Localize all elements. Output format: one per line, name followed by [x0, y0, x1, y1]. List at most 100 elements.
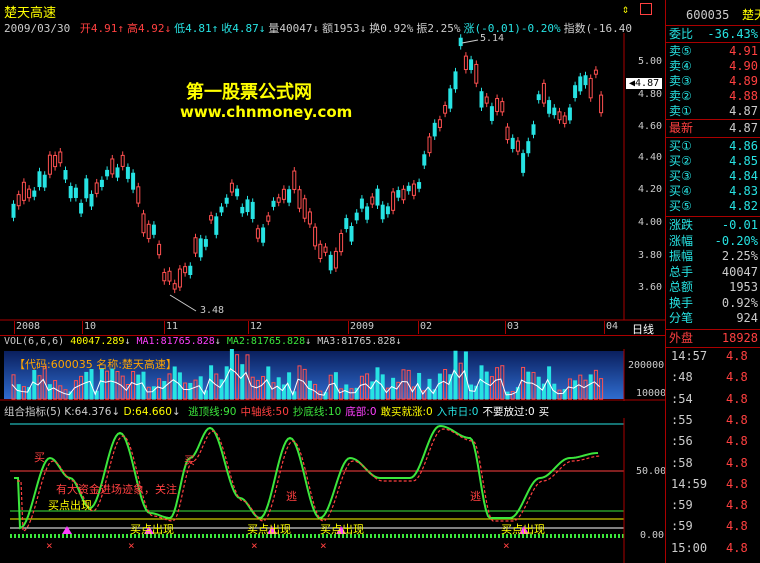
candle-body: [68, 186, 73, 199]
candle-body: [469, 59, 474, 70]
candle-body: [515, 140, 520, 152]
candle-body: [557, 111, 562, 121]
candle-body: [318, 243, 323, 259]
candle-body: [281, 188, 286, 200]
volume-bar: [16, 384, 21, 400]
stat-row: 涨幅 -0.20%: [666, 234, 760, 249]
candle-body: [255, 228, 260, 239]
tick-time: 14:59: [671, 476, 708, 491]
tick-time: :59: [671, 498, 693, 513]
ask-row: 卖① 4.87: [666, 104, 760, 119]
tick-price: 4.8: [726, 476, 748, 491]
price-tick: 5.00: [638, 56, 663, 67]
candle-body: [495, 98, 500, 112]
candle-body: [500, 101, 505, 113]
candle-body: [177, 268, 182, 288]
bid-row-label: 买①: [669, 139, 692, 153]
candle-body: [42, 174, 47, 188]
tick-time: :55: [671, 412, 693, 427]
candle-body: [526, 141, 531, 154]
escape-label-2: 逃: [470, 490, 481, 503]
stock-short-name: 楚天: [742, 8, 760, 22]
candle-body: [344, 218, 349, 229]
date-tick: [604, 321, 605, 334]
stat-row-label: 分笔: [669, 311, 694, 325]
candle-body: [328, 254, 333, 271]
stat-row-value: 2.25%: [721, 249, 758, 263]
stat-row-value: -0.20%: [714, 233, 758, 248]
tick-time: 14:57: [671, 349, 708, 363]
candle-body: [448, 88, 453, 109]
webi-value: -36.43%: [707, 27, 758, 41]
ask-row: 卖② 4.88: [666, 89, 760, 104]
candle-body: [125, 166, 130, 179]
date-tick: [418, 321, 419, 334]
candle-body: [479, 91, 484, 108]
candle-body: [333, 250, 338, 269]
candle-body: [323, 246, 328, 253]
stat-row-value: 924: [736, 311, 758, 325]
volume-bar: [526, 371, 531, 400]
tick-time: :58: [671, 455, 693, 470]
candle-body: [385, 206, 390, 215]
candle-body: [73, 187, 78, 198]
candle-body: [271, 200, 276, 207]
candle-body: [193, 237, 198, 254]
latest-label: 最新: [669, 121, 694, 135]
stat-row: 涨跌 -0.01: [666, 218, 760, 233]
ask-row-value: 4.90: [729, 59, 758, 73]
candle-body: [432, 122, 437, 137]
tick-row: :56 4.8: [666, 434, 760, 449]
candle-body: [458, 37, 463, 47]
candle-body: [105, 169, 110, 177]
ask-row-value: 4.91: [729, 44, 758, 58]
bid-row-value: 4.83: [729, 184, 758, 198]
candle-body: [292, 170, 297, 190]
stat-row: 分笔 924: [666, 311, 760, 326]
ask-row-value: 4.89: [729, 74, 758, 88]
price-tick: 4.60: [638, 121, 663, 132]
candle-body: [302, 198, 307, 219]
candle-body: [198, 238, 203, 258]
cross-mark-icon: ×: [251, 539, 258, 552]
nav-icon[interactable]: ⇕: [622, 2, 629, 16]
stat-row-value: -0.01: [721, 218, 758, 232]
candle-body: [474, 63, 479, 84]
indicator-param: 买: [538, 406, 550, 418]
candle-body: [131, 172, 136, 190]
vol-banner: 【代码:600035 名称:楚天高速】: [14, 358, 177, 371]
volume-bar: [219, 379, 224, 400]
bid-row-label: 买②: [669, 154, 692, 168]
tick-row: :59 4.8: [666, 498, 760, 513]
period-label[interactable]: 日线: [632, 321, 654, 337]
date-label: 2009: [350, 321, 375, 332]
candle-body: [541, 82, 546, 104]
watermark-url: www.chnmoney.com: [180, 103, 353, 121]
bid-row-label: 买③: [669, 169, 692, 183]
indicator-param: 底部:0: [345, 406, 377, 418]
candle-body: [21, 181, 26, 201]
close-box-icon[interactable]: [640, 3, 652, 15]
volume-bar: [573, 380, 578, 400]
buy-label-1: 买: [34, 451, 45, 464]
date-label: 12: [250, 321, 263, 332]
candle-body: [583, 75, 588, 86]
main-chart-area[interactable]: 楚天高速 ⇕ 2009/03/30 开4.91↑ 高4.92↓ 低4.81↑ 收4.8…: [0, 0, 672, 563]
buy-label-2: 买: [184, 454, 195, 467]
volume-bar: [229, 349, 234, 400]
price-chart[interactable]: [0, 33, 665, 321]
candle-body: [115, 167, 120, 178]
bid-row-label: 买④: [669, 184, 692, 198]
candle-body: [489, 106, 494, 121]
waipan-label: 外盘: [669, 331, 694, 345]
candle-body: [209, 215, 214, 221]
tick-time: :48: [671, 370, 693, 385]
ask-row-label: 卖②: [669, 89, 692, 103]
candle-body: [203, 239, 208, 247]
candle-body: [58, 151, 63, 164]
candle-body: [313, 226, 318, 247]
ask-row-label: 卖③: [669, 74, 692, 88]
candle-body: [547, 100, 552, 114]
bid-row-value: 4.84: [729, 169, 758, 183]
stock-code: 600035: [686, 8, 730, 22]
